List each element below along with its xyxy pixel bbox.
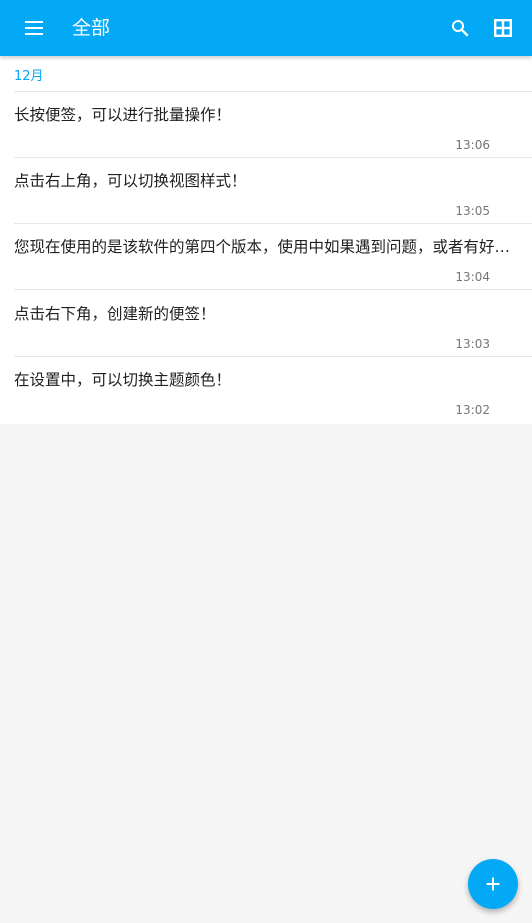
app-bar: 全部: [0, 0, 532, 56]
note-text: 点击右上角，可以切换视图样式！: [14, 172, 247, 190]
divider: [14, 289, 532, 290]
note-item[interactable]: 在设置中，可以切换主题颜色！ 13:02: [0, 357, 532, 423]
plus-icon: [486, 877, 500, 891]
view-toggle-button[interactable]: [489, 14, 517, 42]
grid-view-icon: [494, 19, 512, 37]
note-time: 13:03: [455, 337, 490, 351]
note-text: 您现在使用的是该软件的第四个版本，使用中如果遇到问题，或者有好的建议，欢迎反馈: [14, 238, 514, 256]
note-time: 13:04: [455, 270, 490, 284]
note-item[interactable]: 点击右上角，可以切换视图样式！ 13:05: [0, 158, 532, 224]
note-item[interactable]: 长按便签，可以进行批量操作！ 13:06: [0, 92, 532, 158]
note-time: 13:02: [455, 403, 490, 417]
search-button[interactable]: [446, 14, 474, 42]
note-item[interactable]: 您现在使用的是该软件的第四个版本，使用中如果遇到问题，或者有好的建议，欢迎反馈 …: [0, 224, 532, 290]
note-text: 长按便签，可以进行批量操作！: [14, 106, 232, 124]
note-text: 在设置中，可以切换主题颜色！: [14, 371, 232, 389]
menu-button[interactable]: [20, 14, 48, 42]
search-icon: [452, 20, 469, 37]
note-item[interactable]: 点击右下角，创建新的便签！ 13:03: [0, 291, 532, 357]
page-title: 全部: [72, 17, 111, 39]
note-time: 13:05: [455, 204, 490, 218]
notes-list: 12月 长按便签，可以进行批量操作！ 13:06 点击右上角，可以切换视图样式！…: [0, 56, 532, 424]
note-time: 13:06: [455, 138, 490, 152]
month-header: 12月: [14, 69, 44, 84]
add-note-button[interactable]: [468, 859, 518, 909]
note-text: 点击右下角，创建新的便签！: [14, 305, 216, 323]
menu-icon: [25, 21, 43, 35]
